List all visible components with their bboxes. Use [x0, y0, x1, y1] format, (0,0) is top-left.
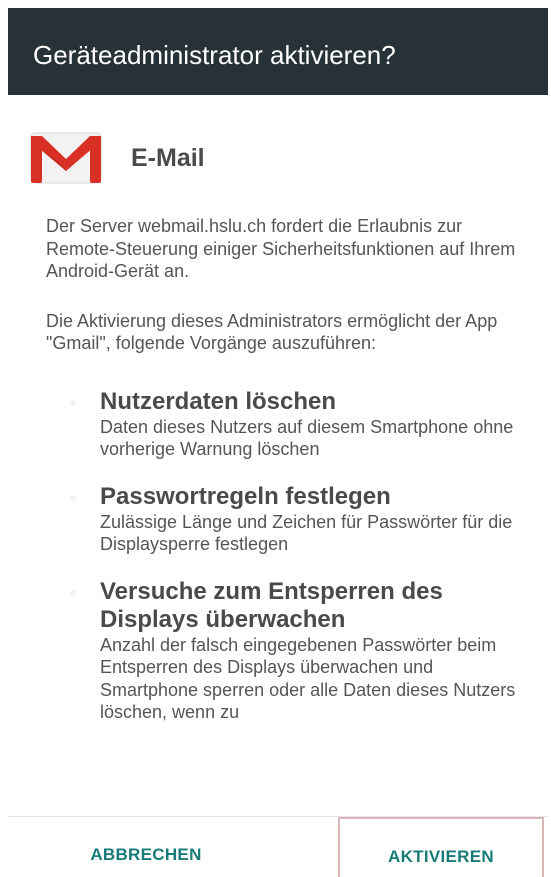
server-request-text: Der Server webmail.hslu.ch fordert die E…: [46, 216, 516, 281]
policy-title: Versuche zum Entsperren des Displays übe…: [100, 577, 443, 633]
bullet-icon: [70, 399, 76, 406]
policy-description: Zulässige Länge und Zeichen für Passwört…: [100, 511, 513, 555]
policy-title: Nutzerdaten löschen: [100, 387, 337, 415]
dialog-content: Der Server webmail.hslu.ch fordert die E…: [46, 215, 526, 724]
app-info-row: E-Mail: [30, 128, 510, 188]
app-name: E-Mail: [131, 144, 205, 172]
policy-description: Daten dieses Nutzers auf diesem Smartpho…: [100, 416, 514, 460]
list-item: Versuche zum Entsperren des Displays übe…: [46, 578, 526, 724]
device-admin-dialog-screen: Geräteadministrator aktivieren? E-Mail D…: [0, 0, 551, 877]
policy-title: Passwortregeln festlegen: [100, 482, 391, 510]
bullet-icon: [70, 589, 76, 596]
list-item: Nutzerdaten löschen Daten dieses Nutzers…: [46, 388, 526, 461]
bullet-icon: [70, 494, 76, 501]
activation-intro-text: Die Aktivierung dieses Administrators er…: [46, 310, 498, 354]
activate-button[interactable]: AKTIVIEREN: [338, 817, 544, 877]
gmail-icon: [30, 132, 102, 184]
policy-description: Anzahl der falsch eingegebenen Passwörte…: [100, 634, 516, 723]
cancel-button[interactable]: ABBRECHEN: [66, 817, 226, 877]
policy-list: Nutzerdaten löschen Daten dieses Nutzers…: [46, 388, 526, 724]
dialog-button-bar: ABBRECHEN AKTIVIEREN: [8, 816, 548, 877]
dialog-title: Geräteadministrator aktivieren?: [33, 40, 396, 70]
list-item: Passwortregeln festlegen Zulässige Länge…: [46, 483, 526, 556]
dialog-header: Geräteadministrator aktivieren?: [8, 8, 548, 95]
